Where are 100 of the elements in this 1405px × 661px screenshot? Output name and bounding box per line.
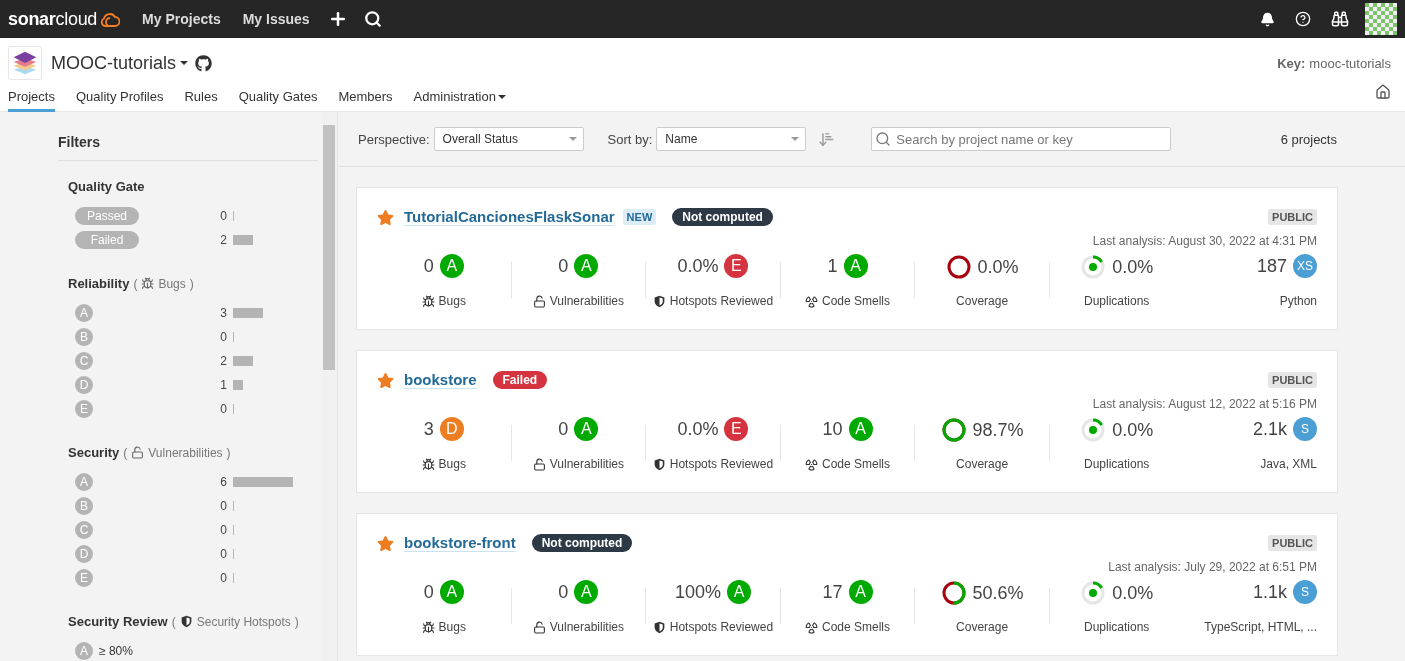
project-key: mooc-tutorials [1309,55,1391,71]
nav-tab[interactable]: Quality Gates [238,89,318,112]
search-field[interactable]: Search by project name or key [871,127,1172,151]
metric-label: Duplications [1084,457,1150,471]
rating-badge: E [724,254,749,278]
filter-count: 0 [219,523,227,537]
metric-label: Bugs [438,457,466,471]
nav-link[interactable]: My Issues [242,11,310,27]
star-icon[interactable] [377,208,394,226]
sonarcloud-logo[interactable]: sonarcloud [8,8,98,30]
metric-label: Vulnerabilities [549,620,624,634]
last-analysis: Last analysis: July 29, 2022 at 6:51 PM [1107,560,1317,574]
metric-value: 17 [822,581,843,603]
count-bar [233,308,263,318]
star-icon[interactable] [377,534,394,552]
metric-value: 187 [1257,255,1288,277]
metric-label: Duplications [1084,294,1150,308]
filter-section-title: Quality Gate [68,179,145,194]
rating-badge: E [724,417,749,441]
bug-icon [421,457,435,471]
organization-name[interactable]: MOOC-tutorials [51,52,176,74]
nav-tab[interactable]: Quality Profiles [75,89,164,112]
radiation-icon [805,620,818,634]
last-analysis: Last analysis: August 30, 2022 at 4:31 PM [1091,234,1317,248]
rating-badge: A [574,580,599,604]
shield-icon [652,294,666,308]
search-icon[interactable] [363,10,382,28]
metric-value: 50.6% [972,582,1024,604]
metric-label: Bugs [438,620,466,634]
filter-section-subtitle: Security Hotspots [196,614,291,629]
quality-gate-status: Not computed [672,208,773,226]
nav-tab[interactable]: Members [338,89,393,112]
metric-label: Hotspots Reviewed [669,294,774,308]
zero-tick [233,549,234,559]
count-bar [233,477,293,487]
binoculars-icon[interactable] [1331,10,1349,28]
key-label: Key: [1277,55,1306,71]
rating-badge: A [574,417,599,441]
metric-value: 0.0% [1112,256,1154,278]
new-badge: NEW [622,209,657,225]
lock-icon [532,294,546,308]
languages-label: TypeScript, HTML, ... [1204,620,1318,634]
caret-icon[interactable] [497,94,506,99]
parenthesis: ( [171,614,176,629]
rating-badge: A [439,580,464,604]
project-name[interactable]: TutorialCancionesFlaskSonar [404,208,615,226]
metric-label: Bugs [438,294,466,308]
metric-label: Coverage [956,294,1009,308]
filter-count: 2 [219,354,227,368]
metric-value: 1 [827,255,838,277]
bug-icon [141,277,155,290]
project-name[interactable]: bookstore-front [404,534,516,552]
coverage-ring [940,580,967,606]
rating-badge: A [848,417,873,441]
last-analysis: Last analysis: August 12, 2022 at 5:16 PM [1091,397,1317,411]
nav-link[interactable]: My Projects [142,11,221,27]
metric-label: Vulnerabilities [549,294,624,308]
nav-tab[interactable]: Rules [184,89,218,112]
sort-select[interactable]: Name [656,127,807,151]
bug-icon [421,294,435,308]
lock-icon [131,446,145,459]
metric-label: Code Smells [822,620,891,634]
filters-title: Filters [58,134,318,161]
duplications-icon [1080,580,1107,606]
filter-section-title: Security [68,445,120,460]
coverage-ring [940,417,967,443]
metric-value: 0.0% [977,256,1019,278]
filter-count: 0 [219,330,227,344]
metric-label: Hotspots Reviewed [669,457,774,471]
github-icon[interactable] [195,54,212,72]
star-icon[interactable] [377,371,394,389]
cloud-logo-icon [100,10,121,28]
metric-label: Coverage [956,457,1009,471]
filter-count: 0 [219,547,227,561]
caret-icon[interactable] [180,61,188,65]
filter-count: 3 [219,306,227,320]
languages-label: Java, XML [1260,457,1318,471]
filter-section-title: Security Review [68,614,168,629]
parenthesis: ( [123,445,128,460]
home-icon[interactable] [1375,84,1391,100]
sort-order-icon[interactable] [818,130,836,148]
metric-value: 100% [674,581,721,603]
metric-value: 98.7% [972,419,1024,441]
project-name[interactable]: bookstore [404,371,477,389]
zero-tick [233,211,234,221]
metric-value: 0.0% [677,418,719,440]
help-icon[interactable] [1295,11,1311,27]
bell-icon[interactable] [1260,11,1275,27]
perspective-select[interactable]: Overall Status [433,127,584,151]
nav-tab[interactable]: Administration [413,89,506,112]
metric-label: Hotspots Reviewed [669,620,774,634]
radiation-icon [805,457,818,471]
zero-tick [233,501,234,511]
filter-section-subtitle: Vulnerabilities [148,445,223,460]
metric-value: 10 [822,418,843,440]
organization-logo [8,46,42,80]
sort-label: Sort by: [607,131,653,147]
filter-count: 1 [219,378,227,392]
rating-badge: A [848,580,873,604]
metric-value: 2.1k [1253,418,1288,440]
